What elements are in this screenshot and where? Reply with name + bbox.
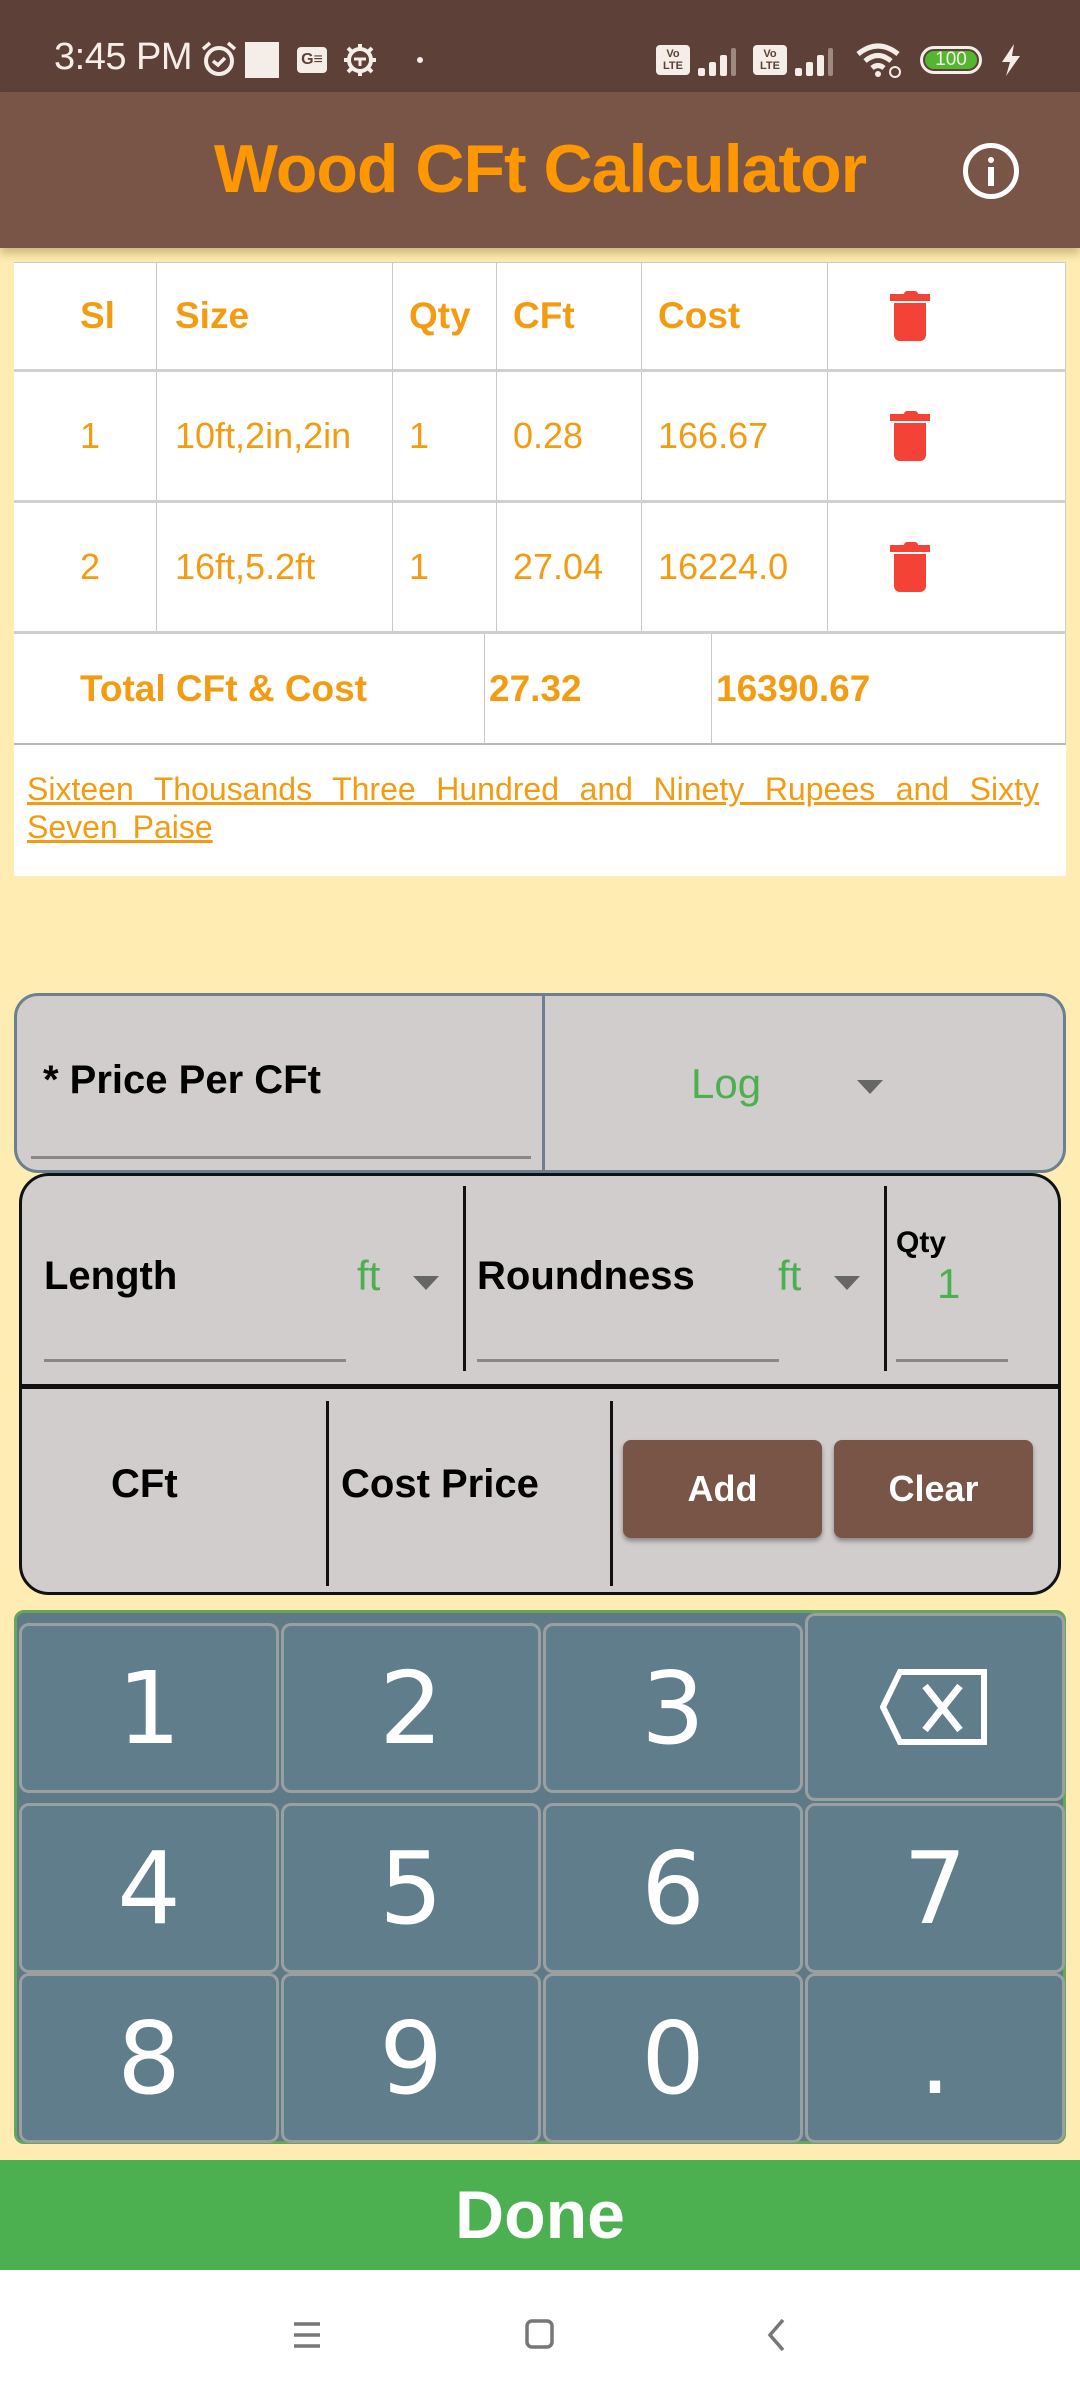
row-size: 10ft,2in,2in — [157, 372, 393, 500]
menu-icon[interactable] — [292, 2320, 322, 2350]
key-7[interactable]: 7 — [805, 1803, 1065, 1973]
total-row: Total CFt & Cost 27.32 16390.67 — [14, 634, 1066, 745]
backspace-icon — [880, 1669, 987, 1745]
length-unit-select[interactable]: ft — [357, 1252, 380, 1300]
table-row: 2 16ft,5.2ft 1 27.04 16224.0 — [14, 503, 1066, 634]
backspace-key[interactable] — [805, 1613, 1065, 1801]
status-time: 3:45 PM — [54, 36, 193, 78]
home-icon[interactable] — [524, 2318, 556, 2350]
total-cft: 27.32 — [485, 634, 712, 743]
square-notification-icon — [245, 42, 279, 78]
add-button[interactable]: Add — [623, 1440, 822, 1538]
row-delete[interactable] — [828, 372, 1066, 500]
total-label: Total CFt & Cost — [14, 634, 485, 743]
clear-button[interactable]: Clear — [834, 1440, 1033, 1538]
dot-icon — [417, 57, 423, 63]
divider — [463, 1186, 466, 1371]
signal-icon — [795, 48, 833, 76]
row-delete[interactable] — [828, 503, 1066, 631]
trash-icon[interactable] — [890, 291, 930, 341]
key-4[interactable]: 4 — [19, 1803, 279, 1973]
divider — [884, 1186, 887, 1371]
row-cft: 27.04 — [497, 503, 642, 631]
volte-icon: Vo LTE — [656, 45, 690, 75]
battery-icon: 100 — [920, 46, 982, 74]
done-button[interactable]: Done — [0, 2160, 1080, 2270]
amount-in-words: Sixteen Thousands Three Hundred and Nine… — [27, 771, 1039, 845]
charging-icon — [1002, 44, 1020, 76]
divider — [610, 1401, 613, 1586]
price-card: * Price Per CFt Log — [14, 993, 1066, 1173]
key-9[interactable]: 9 — [281, 1973, 541, 2143]
length-underline — [44, 1359, 346, 1362]
row-cost: 166.67 — [642, 372, 828, 500]
dimensions-card: Length ft Roundness ft Qty 1 CFt Cost Pr… — [19, 1173, 1061, 1595]
row-qty: 1 — [393, 503, 497, 631]
key-1[interactable]: 1 — [19, 1623, 279, 1793]
info-icon[interactable] — [963, 143, 1019, 199]
chevron-down-icon — [834, 1276, 860, 1290]
header-sl: Sl — [14, 263, 157, 369]
key-3[interactable]: 3 — [543, 1623, 803, 1793]
alarm-icon — [201, 41, 237, 76]
key-decimal[interactable]: . — [805, 1973, 1065, 2143]
price-input-underline — [31, 1156, 531, 1159]
section-divider — [22, 1384, 1058, 1389]
qty-input[interactable]: 1 — [937, 1260, 960, 1308]
status-bar: 3:45 PM G≡ Vo LTE Vo LTE 100 — [0, 0, 1080, 92]
signal-icon — [698, 48, 736, 76]
row-cft: 0.28 — [497, 372, 642, 500]
wifi-icon — [856, 43, 901, 78]
back-icon[interactable] — [765, 2318, 789, 2352]
table-row: 1 10ft,2in,2in 1 0.28 166.67 — [14, 372, 1066, 503]
header-qty: Qty — [393, 263, 497, 369]
key-8[interactable]: 8 — [19, 1973, 279, 2143]
cost-price-result: Cost Price — [341, 1462, 539, 1506]
key-0[interactable]: 0 — [543, 1973, 803, 2143]
key-6[interactable]: 6 — [543, 1803, 803, 1973]
price-per-cft-input[interactable]: * Price Per CFt — [43, 1058, 321, 1103]
battery-level: 100 — [925, 50, 977, 69]
settings-gear-icon — [344, 44, 376, 76]
news-icon: G≡ — [297, 47, 327, 73]
app-title: Wood CFt Calculator — [213, 131, 867, 207]
roundness-underline — [477, 1359, 779, 1362]
cft-result: CFt — [111, 1462, 178, 1506]
volte-icon: Vo LTE — [753, 45, 787, 75]
row-qty: 1 — [393, 372, 497, 500]
row-cost: 16224.0 — [642, 503, 828, 631]
system-nav-bar — [0, 2270, 1080, 2400]
divider — [326, 1401, 329, 1586]
key-5[interactable]: 5 — [281, 1803, 541, 1973]
numeric-keypad: 1 2 3 4 5 6 7 8 9 0 . — [14, 1610, 1066, 2144]
trash-icon[interactable] — [890, 411, 930, 461]
header-cost: Cost — [642, 263, 828, 369]
roundness-unit-select[interactable]: ft — [778, 1252, 801, 1300]
table-header-row: Sl Size Qty CFt Cost — [14, 262, 1066, 372]
row-size: 16ft,5.2ft — [157, 503, 393, 631]
length-input[interactable]: Length — [44, 1254, 177, 1299]
row-sl: 2 — [14, 503, 157, 631]
trash-icon[interactable] — [890, 542, 930, 592]
app-bar: Wood CFt Calculator — [0, 92, 1080, 248]
wood-type-select[interactable]: Log — [545, 996, 1065, 1170]
key-2[interactable]: 2 — [281, 1623, 541, 1793]
qty-label: Qty — [896, 1226, 947, 1259]
wood-type-value: Log — [691, 1060, 762, 1107]
header-cft: CFt — [497, 263, 642, 369]
header-size: Size — [157, 263, 393, 369]
total-cost: 16390.67 — [712, 634, 1066, 743]
row-sl: 1 — [14, 372, 157, 500]
chevron-down-icon — [413, 1276, 439, 1290]
header-delete-all[interactable] — [828, 263, 1066, 369]
roundness-input[interactable]: Roundness — [477, 1254, 695, 1299]
chevron-down-icon — [857, 1080, 883, 1094]
qty-underline — [896, 1359, 1008, 1362]
